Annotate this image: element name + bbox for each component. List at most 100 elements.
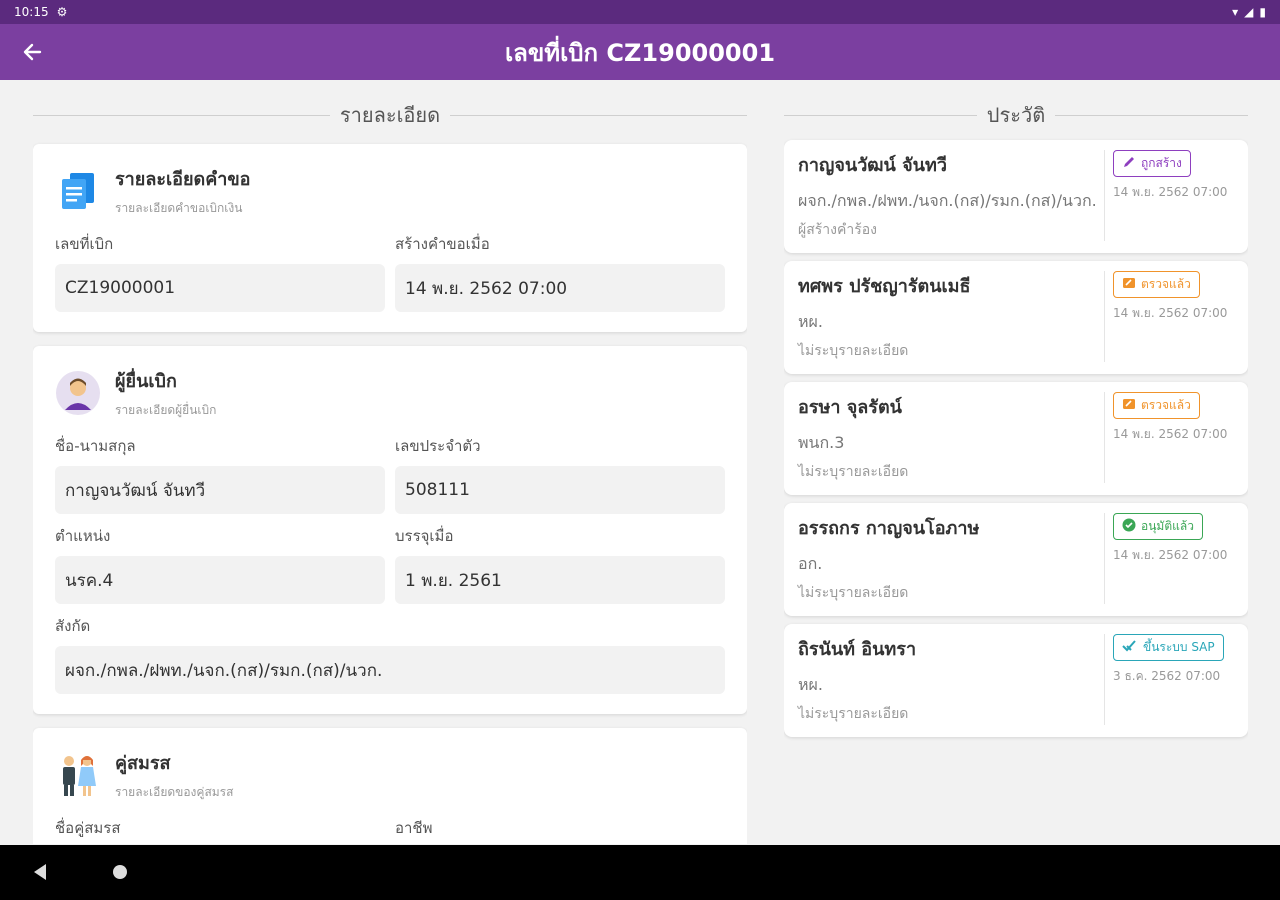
history-time: 3 ธ.ค. 2562 07:00 xyxy=(1113,669,1221,683)
history-name: อรรถกร กาญจนโอภาษ xyxy=(798,518,980,539)
field-label: เลขที่เบิก xyxy=(55,235,114,253)
history-section-header: ประวัติ xyxy=(784,98,1248,132)
nav-back-icon[interactable] xyxy=(32,863,48,885)
divider xyxy=(1055,114,1248,116)
field-label: ชื่อคู่สมรส xyxy=(55,819,121,837)
couple-icon xyxy=(55,752,101,798)
history-name: อรษา จุลรัตน์ xyxy=(798,397,902,418)
settings-icon: ⚙ xyxy=(56,5,68,19)
field-label: เลขประจำตัว xyxy=(395,437,481,455)
field-value: CZ19000001 xyxy=(55,264,385,312)
history-position: หผ. xyxy=(798,312,824,331)
history-name: ทศพร ปรัชญารัตนเมธี xyxy=(798,276,971,297)
field-value: กาญจนวัฒน์ จันทวี xyxy=(55,466,385,514)
history-note: ไม่ระบุรายละเอียด xyxy=(798,585,909,601)
field-value: นรค.4 xyxy=(55,556,385,604)
status-badge-label: ถูกสร้าง xyxy=(1141,156,1182,170)
field-label: ชื่อ-นามสกุล xyxy=(55,437,136,455)
history-list: กาญจนวัฒน์ จันทวี ผจก./กพล./ฝพท./นจก.(กส… xyxy=(784,140,1248,737)
person-avatar-icon xyxy=(55,370,101,416)
field-label: บรรจุเมื่อ xyxy=(395,527,454,545)
navigation-bar xyxy=(0,845,1280,900)
field-label: สังกัด xyxy=(55,617,91,635)
field-label: ตำแหน่ง xyxy=(55,527,111,545)
status-badge-label: ตรวจแล้ว xyxy=(1141,398,1191,412)
history-column: ประวัติ กาญจนวัฒน์ จันทวี ผจก./กพล./ฝพท.… xyxy=(784,98,1248,844)
history-position: หผ. xyxy=(798,675,824,694)
request-details-card: รายละเอียดคำขอ รายละเอียดคำขอเบิกเงิน เล… xyxy=(33,144,747,332)
history-item: อรรถกร กาญจนโอภาษ อก. ไม่ระบุรายละเอียด … xyxy=(784,503,1248,616)
details-heading: รายละเอียด xyxy=(339,103,441,127)
details-column: รายละเอียด รายละเอียดคำขอ รายละเอียดคำขอ… xyxy=(33,98,747,844)
field-value: 14 พ.ย. 2562 07:00 xyxy=(395,264,725,312)
history-note: ผู้สร้างคำร้อง xyxy=(798,222,877,238)
hired-date-field: บรรจุเมื่อ 1 พ.ย. 2561 xyxy=(395,524,725,604)
history-time: 14 พ.ย. 2562 07:00 xyxy=(1113,427,1228,441)
status-badge: ตรวจแล้ว xyxy=(1113,271,1200,298)
divider xyxy=(450,114,747,116)
card-title: ผู้ยื่นเบิก xyxy=(115,371,177,392)
status-badge-label: ตรวจแล้ว xyxy=(1141,277,1191,291)
field-value: 1 พ.ย. 2561 xyxy=(395,556,725,604)
card-subtitle: รายละเอียดคำขอเบิกเงิน xyxy=(115,201,243,215)
status-bar: 10:15 ⚙ ▾ ◢ ▮ xyxy=(0,0,1280,24)
applicant-card: ผู้ยื่นเบิก รายละเอียดผู้ยื่นเบิก ชื่อ-น… xyxy=(33,346,747,714)
divider xyxy=(784,114,977,116)
check-circle-icon xyxy=(1122,518,1136,535)
document-icon xyxy=(55,168,101,214)
card-title: รายละเอียดคำขอ xyxy=(115,169,251,190)
battery-icon: ▮ xyxy=(1259,5,1266,19)
page-title: เลขที่เบิก CZ19000001 xyxy=(504,38,776,67)
nav-home-icon[interactable] xyxy=(112,864,128,884)
field-value: 508111 xyxy=(395,466,725,514)
applicant-name-field: ชื่อ-นามสกุล กาญจนวัฒน์ จันทวี xyxy=(55,434,385,514)
review-icon xyxy=(1122,276,1136,293)
back-arrow-icon[interactable] xyxy=(18,38,46,66)
occupation-field: อาชีพ xyxy=(395,816,725,844)
field-label: อาชีพ xyxy=(395,819,433,837)
review-icon xyxy=(1122,397,1136,414)
history-position: อก. xyxy=(798,554,823,573)
field-value: ผจก./กพล./ฝพท./นจก.(กส)/รมก.(กส)/นวก. xyxy=(55,646,725,694)
card-subtitle: รายละเอียดของคู่สมรส xyxy=(115,785,234,799)
details-section-header: รายละเอียด xyxy=(33,98,747,132)
history-item: กาญจนวัฒน์ จันทวี ผจก./กพล./ฝพท./นจก.(กส… xyxy=(784,140,1248,253)
history-note: ไม่ระบุรายละเอียด xyxy=(798,343,909,359)
history-note: ไม่ระบุรายละเอียด xyxy=(798,706,909,722)
status-badge-label: อนุมัติแล้ว xyxy=(1141,519,1194,533)
created-at-field: สร้างคำขอเมื่อ 14 พ.ย. 2562 07:00 xyxy=(395,232,725,312)
spouse-name-field: ชื่อคู่สมรส xyxy=(55,816,385,844)
department-field: สังกัด ผจก./กพล./ฝพท./นจก.(กส)/รมก.(กส)/… xyxy=(55,614,725,694)
history-item: ถิรนันท์ อินทรา หผ. ไม่ระบุรายละเอียด ขึ… xyxy=(784,624,1248,737)
wifi-icon: ▾ xyxy=(1232,5,1239,19)
history-time: 14 พ.ย. 2562 07:00 xyxy=(1113,306,1228,320)
double-check-icon xyxy=(1122,639,1138,656)
card-title: คู่สมรส xyxy=(115,753,171,774)
field-label: สร้างคำขอเมื่อ xyxy=(395,235,490,253)
status-badge: ขึ้นระบบ SAP xyxy=(1113,634,1224,661)
app-bar: เลขที่เบิก CZ19000001 xyxy=(0,24,1280,80)
history-position: ผจก./กพล./ฝพท./นจก.(กส)/รมก.(กส)/นวก. xyxy=(798,191,1097,210)
history-note: ไม่ระบุรายละเอียด xyxy=(798,464,909,480)
history-time: 14 พ.ย. 2562 07:00 xyxy=(1113,548,1228,562)
status-badge: อนุมัติแล้ว xyxy=(1113,513,1203,540)
history-name: กาญจนวัฒน์ จันทวี xyxy=(798,155,947,176)
signal-icon: ◢ xyxy=(1244,5,1254,19)
history-position: พนก.3 xyxy=(798,433,845,452)
status-badge: ถูกสร้าง xyxy=(1113,150,1191,177)
pencil-icon xyxy=(1122,155,1136,172)
card-subtitle: รายละเอียดผู้ยื่นเบิก xyxy=(115,403,217,417)
request-number-field: เลขที่เบิก CZ19000001 xyxy=(55,232,385,312)
history-name: ถิรนันท์ อินทรา xyxy=(798,639,917,660)
history-heading: ประวัติ xyxy=(986,103,1046,127)
spouse-card: คู่สมรส รายละเอียดของคู่สมรส ชื่อคู่สมรส… xyxy=(33,728,747,844)
history-item: อรษา จุลรัตน์ พนก.3 ไม่ระบุรายละเอียด ตร… xyxy=(784,382,1248,495)
history-item: ทศพร ปรัชญารัตนเมธี หผ. ไม่ระบุรายละเอีย… xyxy=(784,261,1248,374)
employee-id-field: เลขประจำตัว 508111 xyxy=(395,434,725,514)
position-field: ตำแหน่ง นรค.4 xyxy=(55,524,385,604)
status-badge-label: ขึ้นระบบ SAP xyxy=(1143,640,1215,654)
divider xyxy=(33,114,330,116)
status-badge: ตรวจแล้ว xyxy=(1113,392,1200,419)
status-time: 10:15 xyxy=(14,5,49,19)
history-time: 14 พ.ย. 2562 07:00 xyxy=(1113,185,1228,199)
